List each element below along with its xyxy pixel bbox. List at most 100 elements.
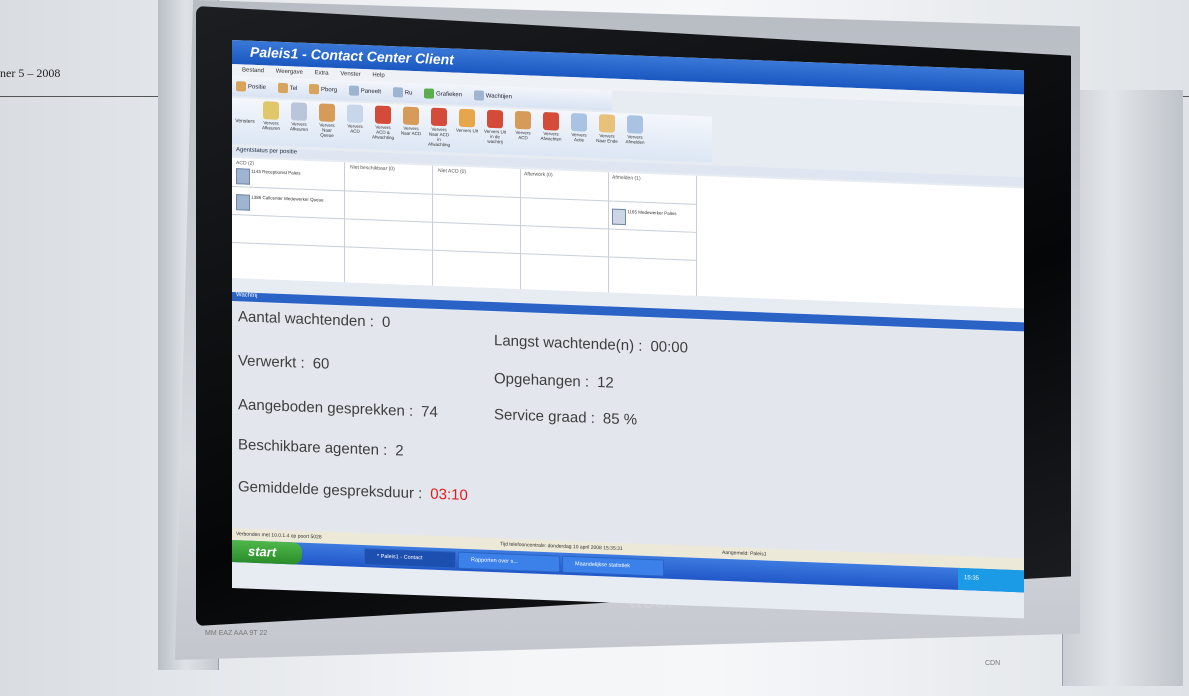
stat-value: 74 xyxy=(421,403,438,421)
taskbar-item-label: * Paleis1 - Contact xyxy=(377,553,423,562)
agent-card[interactable]: 1145 Receptionist Paleis xyxy=(236,168,301,186)
agent-icon xyxy=(347,104,363,124)
toolbar2-button-1[interactable]: Ververs Afkeuren xyxy=(260,101,282,131)
stat-processed: Verwerkt : 60 xyxy=(238,352,329,373)
grid-divider xyxy=(520,169,521,290)
phone-icon xyxy=(392,87,403,98)
toolbar2-button-5[interactable]: Ververs ACD & Afwachting xyxy=(372,105,394,140)
phone-icon xyxy=(473,90,484,101)
phone-icon xyxy=(348,85,359,96)
red-icon xyxy=(431,107,447,127)
toolbar-label: Positie xyxy=(248,84,267,91)
red-icon xyxy=(375,105,391,125)
toolbar-vensters-label: Vensters xyxy=(235,118,255,125)
red-icon xyxy=(487,109,503,129)
toolbar2-button-10[interactable]: Ververs ACD xyxy=(512,110,534,141)
toolbar-label: Grafieken xyxy=(436,91,463,99)
toolbar2-button-12[interactable]: Ververs Actie xyxy=(568,113,590,143)
toolbar2-button-2[interactable]: Ververs Afkeuren xyxy=(288,102,310,132)
toolbar2-label: Ververs ACD xyxy=(515,129,531,141)
column-header-acd: ACD (2) xyxy=(236,160,255,167)
agent-name: Callcenter xyxy=(262,195,283,201)
column-header-afterwork: Afterwork (0) xyxy=(524,171,553,179)
question-icon xyxy=(263,101,279,120)
stat-service-level: Service graad : 85 % xyxy=(494,406,637,428)
stat-value: 85 xyxy=(602,410,620,428)
status-connection: Verbonden met 10.0.1.4 op poort 5028 xyxy=(236,531,322,541)
toolbar-label: Ru xyxy=(404,90,413,97)
grid-divider xyxy=(432,165,433,286)
stat-value: 03:10 xyxy=(430,485,468,505)
agent-icon xyxy=(319,103,335,122)
menu-item-weergave[interactable]: Weergave xyxy=(276,69,303,76)
chart-icon xyxy=(424,88,435,99)
toolbar2-button-9[interactable]: Ververs Uit in de wachtrij xyxy=(484,109,506,145)
doc-icon xyxy=(627,115,643,134)
agent-name: Medewerker Paleis xyxy=(638,209,677,217)
toolbar2-button-8[interactable]: Ververs Uit xyxy=(456,108,479,134)
toolbar-grafieken-button[interactable]: Grafieken xyxy=(424,88,462,99)
toolbar2-label: Ververs ACD xyxy=(347,123,363,134)
stat-label: Aantal wachtenden : xyxy=(238,308,374,331)
start-label: start xyxy=(248,543,277,560)
grid-divider xyxy=(608,172,609,293)
toolbar2-label: Ververs ACD & Afwachting xyxy=(372,124,395,141)
person-icon xyxy=(277,82,288,94)
toolbar2-label: Ververs Afwachten xyxy=(540,130,562,142)
toolbar-pborg-button[interactable]: Pborg xyxy=(309,83,337,95)
grid-divider xyxy=(344,162,345,283)
stat-value: 2 xyxy=(395,442,404,460)
toolbar-positie-button[interactable]: Positie xyxy=(236,81,266,92)
menu-item-extra[interactable]: Extra xyxy=(315,70,329,77)
toolbar2-button-6[interactable]: Ververs Naar ACD xyxy=(400,106,422,136)
column-header-niet-acd: Niet ACD (0) xyxy=(438,167,467,175)
stat-label: Aangeboden gesprekken : xyxy=(238,396,414,420)
toolbar-paneelt-button[interactable]: Paneelt xyxy=(348,85,381,96)
gear-icon xyxy=(459,108,475,128)
agent-card[interactable]: 1165 Medewerker Paleis xyxy=(612,208,677,227)
toolbar2-button-11[interactable]: Ververs Afwachten xyxy=(540,111,562,142)
app-title: Paleis1 - Contact Center Client xyxy=(250,43,454,68)
agent-card[interactable]: 1386 Callcenter Medewerker Queue xyxy=(236,194,324,213)
stat-hangups: Opgehangen : 12 xyxy=(494,370,614,392)
toolbar2-label: Ververs Uit xyxy=(456,127,479,134)
menu-item-venster[interactable]: Venster xyxy=(340,71,360,78)
taskbar-item[interactable]: Maandelijkse statistiek xyxy=(562,555,664,577)
toolbar2-label: Ververs Naar ACD in Afwachting xyxy=(428,126,451,148)
toolbar-ru-button[interactable]: Ru xyxy=(392,87,413,98)
toolbar-wachtrijen-button[interactable]: Wachtijen xyxy=(473,90,512,101)
toolbar2-label: Ververs Afkeuren xyxy=(261,120,280,131)
stat-longest-waiting: Langst wachtende(n) : 00:00 xyxy=(494,332,688,356)
agent-detail: Medewerker Queue xyxy=(284,196,324,203)
agent-ext: 1386 xyxy=(251,194,262,201)
column-header-afmelden: Afmelden (1) xyxy=(612,174,641,182)
agent-ext: 1145 xyxy=(251,168,261,175)
monitor-bottom-right-label: CDN xyxy=(985,660,1001,667)
stat-offered: Aangeboden gesprekken : 74 xyxy=(238,396,438,421)
stat-value: 60 xyxy=(312,355,330,373)
toolbar2-button-14[interactable]: Ververs Afmelden xyxy=(624,115,646,145)
avatar xyxy=(236,168,250,185)
page-header-text: ner 5 – 2008 xyxy=(0,66,61,80)
stat-label: Gemiddelde gespreksduur : xyxy=(238,478,423,503)
menu-item-help[interactable]: Help xyxy=(372,72,384,78)
agent-icon xyxy=(403,106,419,126)
start-button[interactable]: start xyxy=(232,540,302,565)
toolbar2-button-3[interactable]: Ververs Naar Queue xyxy=(316,103,338,138)
toolbar2-button-7[interactable]: Ververs Naar ACD in Afwachting xyxy=(428,107,451,148)
taskbar-item[interactable]: Rapporten over s... xyxy=(458,551,560,573)
agent-detail: Paleis xyxy=(288,170,301,176)
stat-value: 12 xyxy=(597,374,614,392)
toolbar-label: Tel xyxy=(289,85,298,93)
menu-item-bestand[interactable]: Bestand xyxy=(242,67,264,74)
toolbar2-button-13[interactable]: Ververs Naar Ende xyxy=(596,114,618,144)
stat-waiting: Aantal wachtenden : 0 xyxy=(238,308,390,331)
grid-divider xyxy=(232,242,696,261)
toolbar2-label: Ververs Afkeuren xyxy=(289,121,308,132)
toolbar-tel-button[interactable]: Tel xyxy=(277,82,298,94)
stat-value: 00:00 xyxy=(650,338,688,357)
red-icon xyxy=(543,111,559,131)
agent-ext: 1165 xyxy=(627,209,637,215)
taskbar-item[interactable]: * Paleis1 - Contact xyxy=(364,548,456,569)
toolbar2-button-4[interactable]: Ververs ACD xyxy=(344,104,366,134)
